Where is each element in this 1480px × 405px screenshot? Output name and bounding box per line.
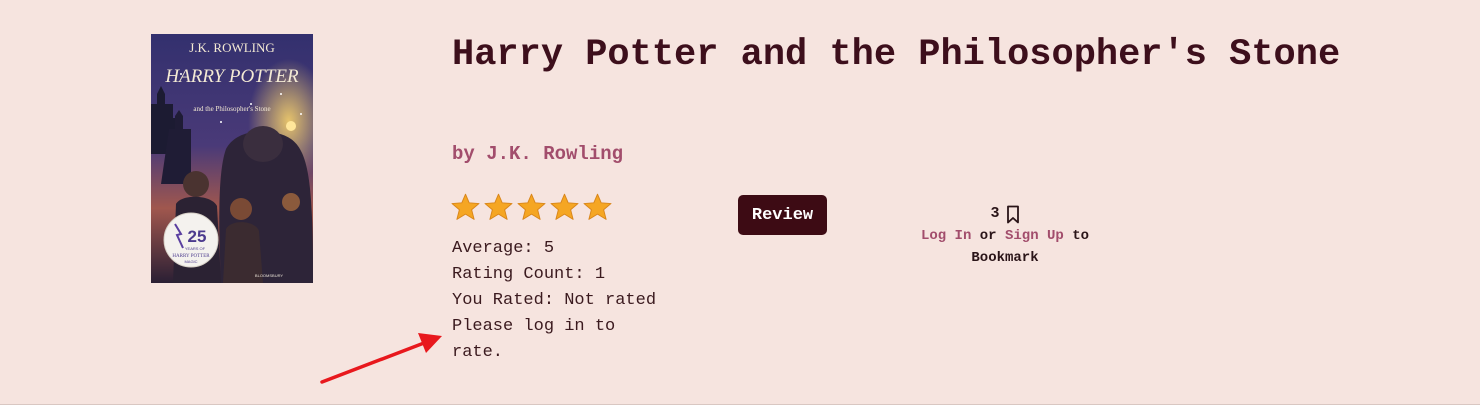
svg-text:MAGIC: MAGIC bbox=[184, 259, 197, 264]
bookmark-section: 3 Log In or Sign Up to Bookmark bbox=[905, 203, 1105, 269]
star-rating bbox=[450, 193, 613, 220]
bookmark-count-row: 3 bbox=[905, 203, 1105, 225]
bookmark-icon[interactable] bbox=[1006, 205, 1020, 224]
svg-text:25: 25 bbox=[188, 227, 207, 246]
star-icon bbox=[517, 193, 546, 220]
book-author: by J.K. Rowling bbox=[452, 143, 623, 165]
svg-text:and the Philosopher's Stone: and the Philosopher's Stone bbox=[193, 105, 270, 113]
star-icon bbox=[484, 193, 513, 220]
review-button[interactable]: Review bbox=[738, 195, 827, 235]
rating-count: Rating Count: 1 bbox=[452, 265, 606, 284]
svg-text:BLOOMSBURY: BLOOMSBURY bbox=[255, 273, 283, 278]
average-rating: Average: 5 bbox=[452, 239, 555, 258]
sign-up-link[interactable]: Sign Up bbox=[1005, 228, 1064, 244]
user-rating: You Rated: Not rated bbox=[452, 291, 657, 310]
bookmark-count: 3 bbox=[990, 205, 1000, 222]
book-title: Harry Potter and the Philosopher's Stone bbox=[452, 34, 1341, 76]
rating-info: Average: 5 Rating Count: 1 You Rated: No… bbox=[452, 236, 672, 366]
or-text: or bbox=[979, 228, 997, 244]
star-icon bbox=[451, 193, 480, 220]
svg-text:HARRY POTTER: HARRY POTTER bbox=[164, 66, 299, 87]
log-in-link[interactable]: Log In bbox=[921, 228, 971, 244]
login-to-rate-message: Please log in to rate. bbox=[452, 317, 616, 362]
svg-text:YEARS OF: YEARS OF bbox=[185, 246, 206, 251]
star-icon bbox=[550, 193, 579, 220]
svg-text:J.K. ROWLING: J.K. ROWLING bbox=[189, 40, 275, 55]
author-name: J.K. Rowling bbox=[486, 143, 624, 165]
book-cover-image: J.K. ROWLING HARRY POTTER and the Philos… bbox=[151, 34, 313, 283]
star-icon bbox=[583, 193, 612, 220]
author-prefix: by bbox=[452, 143, 475, 165]
bookmark-login-prompt: Log In or Sign Up to Bookmark bbox=[905, 225, 1105, 269]
